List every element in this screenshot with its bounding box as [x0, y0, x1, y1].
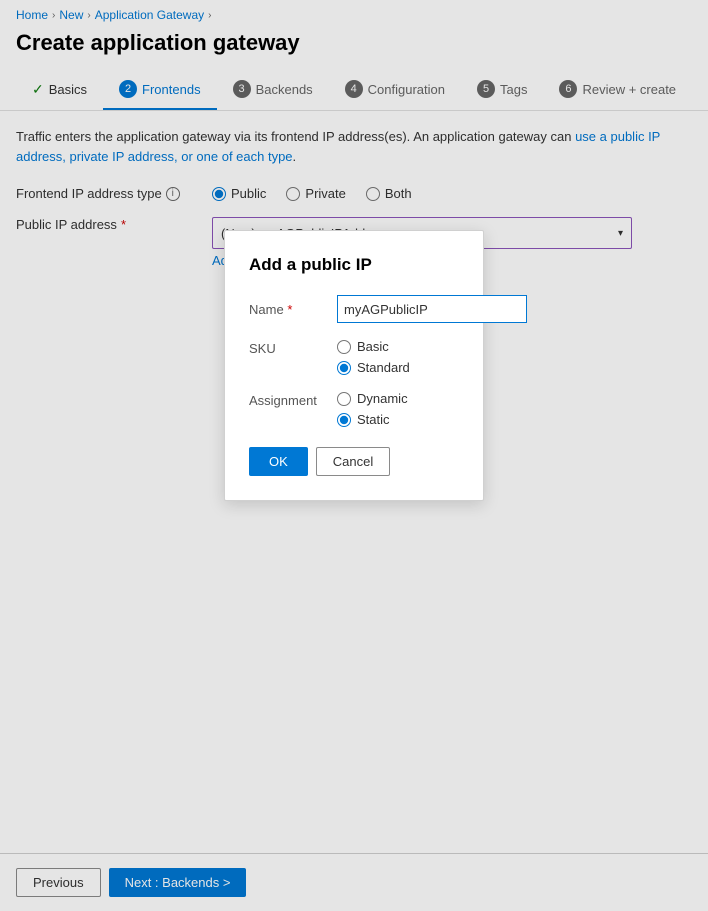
dialog-name-input[interactable]	[337, 295, 527, 323]
radio-sku-standard-label: Standard	[357, 360, 410, 375]
radio-assignment-dynamic[interactable]: Dynamic	[337, 391, 408, 406]
dialog-sku-group: Basic Standard	[337, 339, 410, 375]
dialog-sku-label: SKU	[249, 339, 329, 356]
dialog-cancel-button[interactable]: Cancel	[316, 447, 390, 476]
dialog-name-label: Name *	[249, 302, 329, 317]
dialog-assignment-label: Assignment	[249, 391, 329, 408]
dialog-sku-row: SKU Basic Standard	[249, 339, 459, 375]
dialog-name-row: Name *	[249, 295, 459, 323]
dialog-ok-button[interactable]: OK	[249, 447, 308, 476]
radio-sku-standard[interactable]: Standard	[337, 360, 410, 375]
radio-sku-basic-input[interactable]	[337, 340, 351, 354]
radio-sku-basic[interactable]: Basic	[337, 339, 410, 354]
radio-assignment-static-input[interactable]	[337, 413, 351, 427]
radio-assignment-static-label: Static	[357, 412, 390, 427]
add-public-ip-dialog: Add a public IP Name * SKU Basic Standar…	[224, 230, 484, 501]
radio-assignment-dynamic-input[interactable]	[337, 392, 351, 406]
radio-sku-basic-label: Basic	[357, 339, 389, 354]
dialog-name-required: *	[287, 302, 292, 317]
dialog-assignment-group: Dynamic Static	[337, 391, 408, 427]
dialog-title: Add a public IP	[249, 255, 459, 275]
radio-assignment-dynamic-label: Dynamic	[357, 391, 408, 406]
dialog-assignment-row: Assignment Dynamic Static	[249, 391, 459, 427]
dialog-buttons: OK Cancel	[249, 447, 459, 476]
radio-sku-standard-input[interactable]	[337, 361, 351, 375]
radio-assignment-static[interactable]: Static	[337, 412, 408, 427]
dialog-overlay: Add a public IP Name * SKU Basic Standar…	[0, 0, 708, 911]
